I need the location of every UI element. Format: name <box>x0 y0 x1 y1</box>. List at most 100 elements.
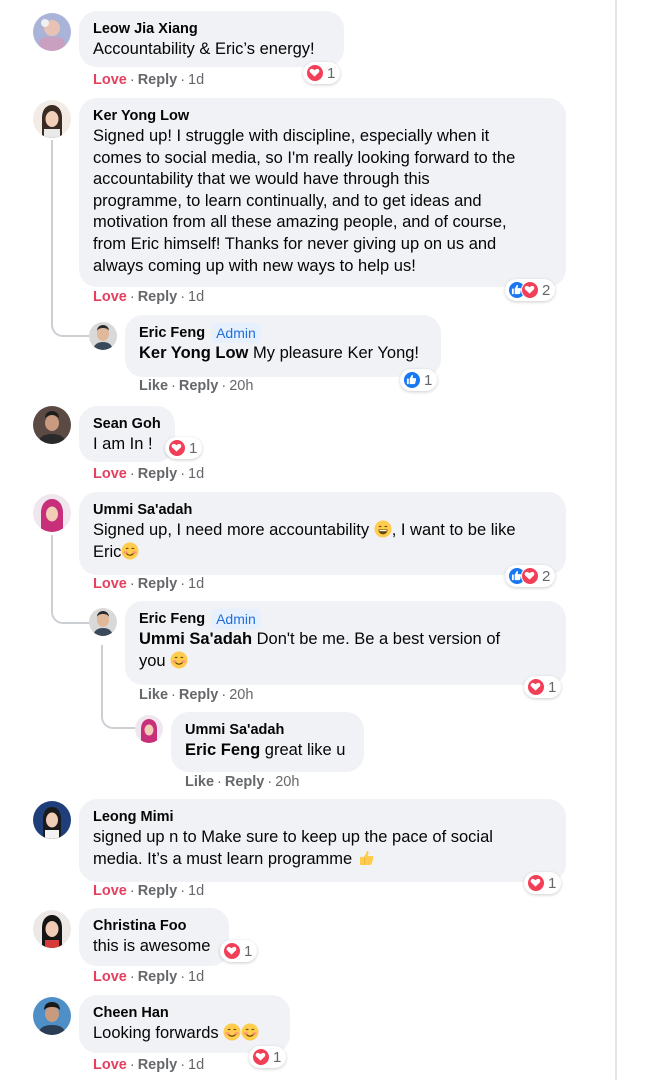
comment-bubble: Ker Yong Low Signed up! I struggle with … <box>79 98 566 287</box>
author-name[interactable]: Eric Feng Admin <box>139 323 427 343</box>
love-reaction-icon <box>252 1048 270 1066</box>
reaction-count: 2 <box>542 567 551 585</box>
avatar[interactable] <box>33 801 71 839</box>
avatar[interactable] <box>89 322 117 350</box>
timestamp[interactable]: 1d <box>188 969 204 985</box>
author-name[interactable]: Sean Goh <box>93 414 161 434</box>
love-button[interactable]: Love <box>93 72 127 88</box>
comment-text: this is awesome <box>93 937 211 955</box>
love-button[interactable]: Love <box>93 883 127 899</box>
reaction-summary[interactable]: 1 <box>220 940 258 962</box>
mention-link[interactable]: Ummi Sa'adah <box>139 630 252 648</box>
reply-button[interactable]: Reply <box>179 687 219 703</box>
avatar[interactable] <box>33 910 71 948</box>
reaction-count: 1 <box>327 64 336 82</box>
comment-actions: Love · Reply · 1d <box>93 576 205 592</box>
reaction-summary[interactable]: 1 <box>303 62 341 84</box>
comment-text: Looking forwards <box>93 1023 276 1045</box>
comment-text: Signed up, I need more accountability , … <box>93 520 516 561</box>
reply-button[interactable]: Reply <box>179 378 219 394</box>
comment-text: I am In ! <box>93 435 153 453</box>
reply-button[interactable]: Reply <box>138 466 178 482</box>
author-name[interactable]: Cheen Han <box>93 1003 276 1023</box>
timestamp[interactable]: 1d <box>188 576 204 592</box>
smiling-emoji-icon <box>241 1023 259 1041</box>
comment-bubble: Christina Foo this is awesome <box>79 908 229 966</box>
thumbs-up-emoji-icon <box>357 849 375 867</box>
author-name[interactable]: Ummi Sa'adah <box>185 720 350 740</box>
love-button[interactable]: Love <box>93 1057 127 1073</box>
reaction-summary[interactable]: 1 <box>400 369 438 391</box>
love-button[interactable]: Love <box>93 289 127 305</box>
love-reaction-icon <box>521 281 539 299</box>
comment-text: Ummi Sa'adah Don't be me. Be a best vers… <box>139 630 501 670</box>
comment-actions: Like · Reply · 20h <box>185 774 300 790</box>
author-name[interactable]: Ummi Sa'adah <box>93 500 552 520</box>
love-reaction-icon <box>521 567 539 585</box>
love-button[interactable]: Love <box>93 969 127 985</box>
reply-button[interactable]: Reply <box>138 1057 178 1073</box>
timestamp[interactable]: 20h <box>229 378 253 394</box>
comment-bubble: Sean Goh I am In ! <box>79 406 175 462</box>
comment-text: Eric Feng great like u <box>185 741 346 759</box>
reply-button[interactable]: Reply <box>138 883 178 899</box>
love-button[interactable]: Love <box>93 576 127 592</box>
love-reaction-icon <box>527 874 545 892</box>
reaction-count: 1 <box>273 1048 282 1066</box>
reaction-count: 1 <box>424 371 433 389</box>
like-button[interactable]: Like <box>139 687 168 703</box>
timestamp[interactable]: 20h <box>275 774 299 790</box>
avatar[interactable] <box>135 715 163 743</box>
smiling-emoji-icon <box>223 1023 241 1041</box>
admin-badge: Admin <box>211 609 261 629</box>
love-reaction-icon <box>527 678 545 696</box>
love-button[interactable]: Love <box>93 466 127 482</box>
timestamp[interactable]: 1d <box>188 289 204 305</box>
author-name[interactable]: Leong Mimi <box>93 807 552 827</box>
timestamp[interactable]: 1d <box>188 883 204 899</box>
reply-button[interactable]: Reply <box>138 576 178 592</box>
reply-button[interactable]: Reply <box>138 289 178 305</box>
love-reaction-icon <box>306 64 324 82</box>
avatar[interactable] <box>33 494 71 532</box>
comment-actions: Love · Reply · 1d <box>93 1057 205 1073</box>
author-name[interactable]: Leow Jia Xiang <box>93 19 330 39</box>
author-name[interactable]: Ker Yong Low <box>93 106 552 126</box>
reaction-summary[interactable]: 1 <box>165 437 203 459</box>
like-button[interactable]: Like <box>139 378 168 394</box>
reaction-count: 1 <box>189 439 198 457</box>
author-name[interactable]: Eric Feng Admin <box>139 609 552 629</box>
comment-actions: Like · Reply · 20h <box>139 687 254 703</box>
reaction-summary[interactable]: 1 <box>524 676 562 698</box>
reply-button[interactable]: Reply <box>138 969 178 985</box>
like-reaction-icon <box>403 371 421 389</box>
grinning-emoji-icon <box>374 520 392 538</box>
avatar[interactable] <box>33 997 71 1035</box>
timestamp[interactable]: 1d <box>188 1057 204 1073</box>
avatar[interactable] <box>33 13 71 51</box>
admin-badge: Admin <box>211 323 261 343</box>
reaction-summary[interactable]: 1 <box>524 872 562 894</box>
like-button[interactable]: Like <box>185 774 214 790</box>
comment-bubble: Ummi Sa'adah Signed up, I need more acco… <box>79 492 566 575</box>
mention-link[interactable]: Ker Yong Low <box>139 344 248 362</box>
comment-bubble: Eric Feng Admin Ker Yong Low My pleasure … <box>125 315 441 377</box>
timestamp[interactable]: 1d <box>188 72 204 88</box>
timestamp[interactable]: 20h <box>229 687 253 703</box>
avatar[interactable] <box>33 100 71 138</box>
reaction-summary[interactable]: 2 <box>505 565 556 587</box>
reaction-summary[interactable]: 1 <box>249 1046 287 1068</box>
avatar[interactable] <box>89 608 117 636</box>
author-name[interactable]: Christina Foo <box>93 916 215 936</box>
reaction-count: 1 <box>548 874 557 892</box>
reaction-count: 2 <box>542 281 551 299</box>
reply-button[interactable]: Reply <box>225 774 265 790</box>
reaction-summary[interactable]: 2 <box>505 279 556 301</box>
smiling-emoji-icon <box>170 651 188 669</box>
comment-bubble: Leow Jia Xiang Accountability & Eric’s e… <box>79 11 344 67</box>
comment-actions: Like · Reply · 20h <box>139 378 254 394</box>
reply-button[interactable]: Reply <box>138 72 178 88</box>
mention-link[interactable]: Eric Feng <box>185 741 260 759</box>
avatar[interactable] <box>33 406 71 444</box>
timestamp[interactable]: 1d <box>188 466 204 482</box>
